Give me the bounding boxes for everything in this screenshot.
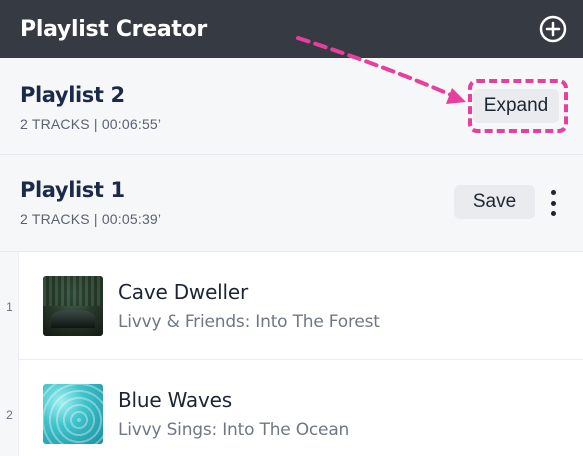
track-row[interactable]: 2 Blue Waves Livvy Sings: Into The Ocean: [0, 360, 583, 456]
expand-button[interactable]: Expand: [473, 89, 559, 123]
ocean-water-artwork: [43, 384, 103, 444]
plus-circle-icon: [539, 15, 567, 43]
track-row[interactable]: 1 Cave Dweller Livvy & Friends: Into The…: [0, 252, 583, 360]
track-number: 1: [6, 300, 13, 314]
track-number: 2: [6, 408, 13, 422]
more-vertical-icon[interactable]: [545, 190, 561, 216]
track-title: Blue Waves: [118, 388, 232, 412]
playlist-meta: 2 TRACKS | 00:05:39’: [20, 211, 162, 227]
playlist-row-1[interactable]: Playlist 1 2 TRACKS | 00:05:39’ Save: [0, 155, 583, 252]
track-list: 1 Cave Dweller Livvy & Friends: Into The…: [0, 252, 583, 456]
playlist-name: Playlist 2: [20, 83, 125, 107]
forest-cave-artwork: [43, 276, 103, 336]
track-subtitle: Livvy & Friends: Into The Forest: [118, 312, 380, 332]
app-header: Playlist Creator: [0, 0, 583, 58]
add-playlist-button[interactable]: [538, 14, 568, 44]
app-title: Playlist Creator: [20, 16, 207, 42]
save-button[interactable]: Save: [454, 185, 535, 219]
playlist-meta: 2 TRACKS | 00:06:55’: [20, 116, 162, 132]
track-subtitle: Livvy Sings: Into The Ocean: [118, 420, 350, 440]
playlist-row-2[interactable]: Playlist 2 2 TRACKS | 00:06:55’ Expand: [0, 58, 583, 155]
playlist-name: Playlist 1: [20, 178, 125, 202]
track-title: Cave Dweller: [118, 280, 249, 304]
